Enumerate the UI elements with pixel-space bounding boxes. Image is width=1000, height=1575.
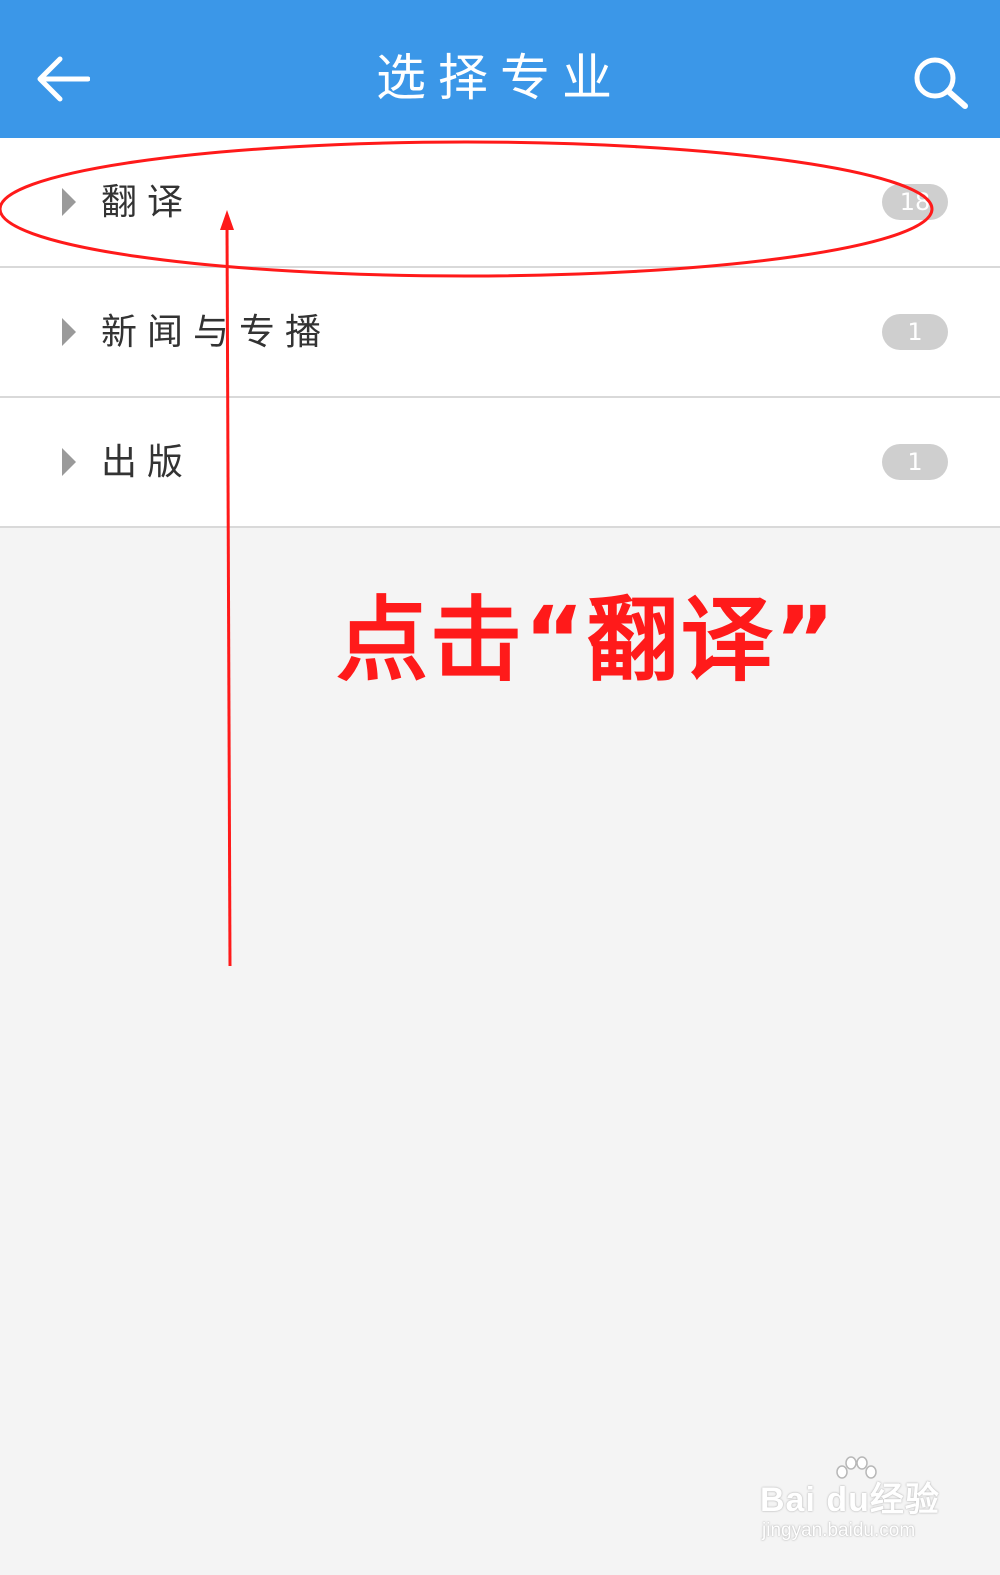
caret-right-icon	[62, 318, 76, 346]
list-item-publishing[interactable]: 出版 1	[0, 398, 1000, 528]
watermark-logo: Bai du经验	[760, 1481, 940, 1519]
list-item-journalism[interactable]: 新闻与专播 1	[0, 268, 1000, 398]
caret-right-icon	[62, 448, 76, 476]
count-badge: 18	[882, 184, 948, 220]
count-badge: 1	[882, 314, 948, 350]
watermark: Bai du经验 jingyan.baidu.com	[760, 1456, 950, 1552]
page-title: 选择专业	[376, 49, 624, 107]
header-bar: 选择专业	[0, 0, 1000, 138]
list-item-label: 翻译	[101, 182, 194, 223]
search-button[interactable]	[906, 50, 974, 114]
list-item-label: 出版	[101, 442, 194, 483]
list-item-label: 新闻与专播	[101, 312, 332, 353]
count-badge: 1	[882, 444, 948, 480]
paw-icon	[836, 1456, 877, 1479]
annotation-text: 点击“翻译”	[336, 587, 837, 694]
caret-right-icon	[62, 188, 76, 216]
watermark-url: jingyan.baidu.com	[762, 1520, 916, 1541]
major-list: 翻译 18 新闻与专播 1 出版 1	[0, 138, 1000, 528]
search-icon	[914, 57, 968, 109]
list-item-translation[interactable]: 翻译 18	[0, 138, 1000, 268]
